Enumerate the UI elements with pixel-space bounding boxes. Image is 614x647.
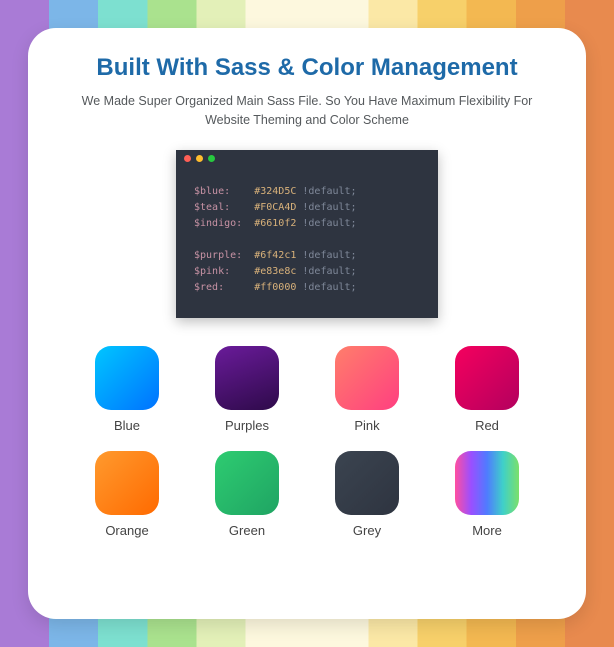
swatch-label: Orange bbox=[105, 523, 148, 538]
swatch-label: Green bbox=[229, 523, 265, 538]
swatch-chip bbox=[455, 346, 519, 410]
card-title: Built With Sass & Color Management bbox=[96, 54, 517, 82]
swatch-chip bbox=[455, 451, 519, 515]
minimize-icon bbox=[196, 155, 203, 162]
code-window: $blue: #324D5C !default; $teal: #F0CA4D … bbox=[176, 150, 438, 318]
swatch-chip bbox=[95, 451, 159, 515]
swatch-chip bbox=[95, 346, 159, 410]
close-icon bbox=[184, 155, 191, 162]
color-swatch[interactable]: Pink bbox=[327, 346, 407, 433]
swatch-chip bbox=[215, 451, 279, 515]
color-swatch[interactable]: Purples bbox=[207, 346, 287, 433]
swatch-label: Pink bbox=[354, 418, 379, 433]
swatch-label: Red bbox=[475, 418, 499, 433]
swatch-chip bbox=[335, 346, 399, 410]
card-subtitle: We Made Super Organized Main Sass File. … bbox=[67, 92, 547, 130]
color-swatch[interactable]: Red bbox=[447, 346, 527, 433]
sass-code-block: $blue: #324D5C !default; $teal: #F0CA4D … bbox=[176, 168, 438, 318]
swatch-label: Blue bbox=[114, 418, 140, 433]
feature-card: Built With Sass & Color Management We Ma… bbox=[28, 28, 586, 619]
color-swatch-grid: Blue Purples Pink Red Orange Green Grey More bbox=[87, 346, 527, 538]
zoom-icon bbox=[208, 155, 215, 162]
color-swatch[interactable]: Orange bbox=[87, 451, 167, 538]
color-swatch[interactable]: Grey bbox=[327, 451, 407, 538]
swatch-chip bbox=[215, 346, 279, 410]
window-titlebar bbox=[176, 150, 438, 168]
swatch-label: More bbox=[472, 523, 502, 538]
swatch-chip bbox=[335, 451, 399, 515]
color-swatch[interactable]: Green bbox=[207, 451, 287, 538]
color-swatch[interactable]: Blue bbox=[87, 346, 167, 433]
swatch-label: Grey bbox=[353, 523, 381, 538]
swatch-label: Purples bbox=[225, 418, 269, 433]
color-swatch[interactable]: More bbox=[447, 451, 527, 538]
